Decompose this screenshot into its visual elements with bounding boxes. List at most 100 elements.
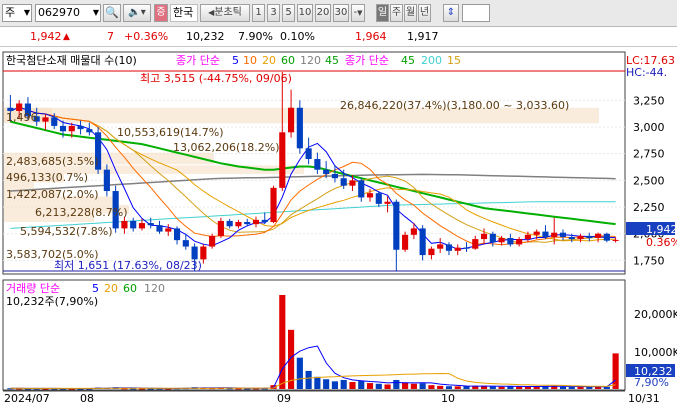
candle-body <box>314 159 321 170</box>
candle-body <box>77 125 84 130</box>
stock-name: 한국 <box>170 4 198 22</box>
minute-10[interactable]: 10 <box>297 4 313 22</box>
tab-week[interactable]: 주 <box>390 4 403 22</box>
volume-bar <box>437 385 444 389</box>
candle-body <box>217 220 224 236</box>
legend-ma10: 10 <box>243 54 257 67</box>
candle-body <box>252 219 260 225</box>
candle-body <box>288 107 295 133</box>
market-select-value: 주 <box>5 6 16 19</box>
candle-body <box>305 148 312 160</box>
candle-body <box>393 201 400 250</box>
candle-body <box>244 221 251 225</box>
candle-body <box>331 173 338 179</box>
speaker-button[interactable]: 🔈▾ <box>123 4 151 22</box>
up-arrow-icon: ▲ <box>63 32 70 42</box>
market-select[interactable]: 주 ▼ <box>2 4 32 22</box>
volume-bar <box>612 353 619 389</box>
candle-body <box>568 236 575 240</box>
period-button[interactable]: ◀분초틱 <box>200 4 250 22</box>
legend-ma20: 20 <box>262 54 276 67</box>
candle-body <box>121 220 128 229</box>
candle-body <box>577 235 584 240</box>
legend-ma2-200: 200 <box>421 54 442 67</box>
candle-body <box>551 232 558 237</box>
minute-1[interactable]: 1 <box>252 4 265 22</box>
minute-5[interactable]: 5 <box>282 4 295 22</box>
volume-bar <box>498 386 505 389</box>
candle-body <box>156 225 163 232</box>
candle-body <box>209 235 216 247</box>
vp-label-2: 13,062,206(18.2%) <box>173 141 280 154</box>
chart-panel[interactable]: 한국첨단소재 매물대 수(10) 종가 단순 5 10 20 60 120 45… <box>0 48 677 410</box>
vol-current-pct-tag: 7,90% <box>634 376 669 389</box>
period-label: 분초틱 <box>214 7 242 18</box>
candle-body <box>366 193 374 198</box>
stock-code-input[interactable]: 062970 ▼ <box>35 4 101 22</box>
x-label-4: 10/31 <box>628 392 660 405</box>
turnover-pct: 7.90% <box>238 30 273 43</box>
volume-bar <box>428 385 435 389</box>
low-price: 1,917 <box>407 30 439 43</box>
vp-label-1: 10,553,619(14.7%) <box>117 126 224 139</box>
candle-body <box>340 178 347 186</box>
candle-body <box>147 223 154 226</box>
legend-ma120: 120 <box>300 54 321 67</box>
tab-week-label: 주 <box>391 7 402 18</box>
candle-body <box>165 228 172 232</box>
minute-30[interactable]: 30 <box>333 4 349 22</box>
updown-arrow-icon: ⇕ <box>446 7 456 18</box>
candle-body <box>463 247 470 249</box>
candle-body <box>480 233 488 240</box>
volume-bar <box>410 383 417 389</box>
minute-dropdown[interactable]: -▼ <box>351 4 365 22</box>
tab-day[interactable]: 일 <box>376 4 389 22</box>
volume-bar <box>358 380 365 389</box>
volume-bar <box>568 386 575 389</box>
candle-body <box>375 193 382 204</box>
candle-body <box>454 247 461 251</box>
candle-body <box>235 221 242 227</box>
x-label-2: 09 <box>277 392 291 405</box>
max-label: 최고 3,515 (-44.75%, 09/06) <box>140 72 292 85</box>
minute-5-label: 5 <box>285 7 292 18</box>
candle-body <box>428 248 435 256</box>
vp-label-5: 1,422,087(2.0%) <box>6 188 99 201</box>
updown-button[interactable]: ⇕ <box>443 4 459 22</box>
tab-month[interactable]: 월 <box>404 4 417 22</box>
price-y-tick: 3,250 <box>633 94 665 107</box>
volume-bar <box>489 386 496 389</box>
price-y-tick: 2,500 <box>633 174 665 187</box>
chevron-down-icon: ▼ <box>92 8 99 17</box>
candle-body <box>595 233 602 239</box>
legend-ma45: 45 <box>325 54 339 67</box>
minute-3[interactable]: 3 <box>267 4 280 22</box>
candle-body <box>296 107 303 149</box>
minute-30-label: 30 <box>334 7 348 18</box>
candle-body <box>410 228 417 235</box>
x-label-0: 2024/07 <box>4 392 50 405</box>
vol-legend-label: 거래량 단순 <box>6 282 60 295</box>
extra-input[interactable] <box>462 4 490 22</box>
vol-legend-5: 5 <box>92 282 99 295</box>
legend-ma2-15: 15 <box>447 54 461 67</box>
candle-body <box>516 239 523 245</box>
volume-bar <box>445 386 453 389</box>
stock-code-value: 062970 <box>38 6 80 19</box>
candle-body <box>445 244 453 251</box>
minute-20[interactable]: 20 <box>315 4 331 22</box>
candle-body <box>59 125 67 132</box>
volume-bar <box>507 386 514 389</box>
search-button[interactable]: 🔍 <box>103 4 121 22</box>
candle-body <box>138 223 146 229</box>
candle-body <box>51 117 58 126</box>
candle-body <box>200 246 207 260</box>
legend-ma5: 5 <box>232 54 239 67</box>
volume-bar <box>559 386 567 389</box>
toolbar: 주 ▼ 062970 ▼ 🔍 🔈▾ 증 한국 ◀분초틱 1 3 5 10 20 30… <box>0 0 677 27</box>
search-icon: 🔍 <box>105 6 119 19</box>
candle-body <box>349 180 356 186</box>
legend-stock: 한국첨단소재 매물대 수(10) <box>6 54 137 67</box>
volume-bar <box>305 370 312 389</box>
tab-year[interactable]: 년 <box>418 4 431 22</box>
